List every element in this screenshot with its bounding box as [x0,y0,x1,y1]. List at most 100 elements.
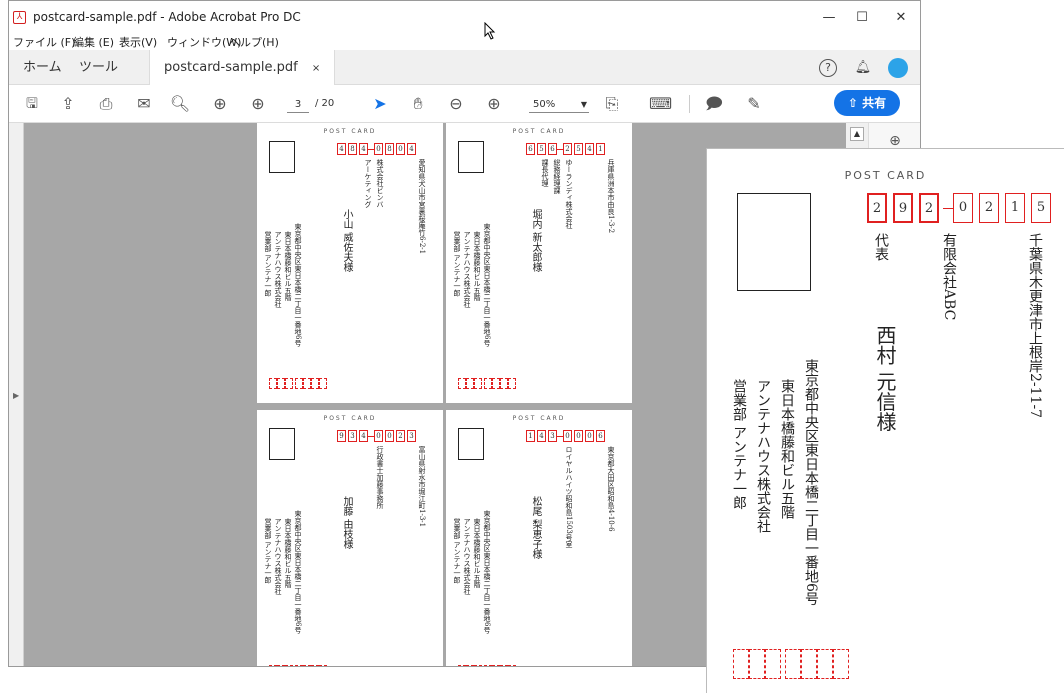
prev-page-icon[interactable]: ⊕ [209,93,231,115]
zoom-select[interactable]: 50% ▼ [529,96,589,113]
zip-dash [368,436,374,437]
postcard-page[interactable]: POST CARD 4 8 4 0 8 0 4 愛知県犬山市宮裏桜庵竹6-2-1 株式会社ビンバア… [257,123,443,403]
recipient-company: ゆーランディ株式会社 [565,159,573,229]
zoom-in-icon[interactable]: ⊕ [483,93,505,115]
menu-file[interactable]: ファイル (F) [13,34,75,50]
sender-line: アンテナハウス株式会社 [755,379,771,533]
close-tab-icon[interactable]: × [312,63,320,74]
cloud-upload-icon[interactable]: ⇪ [57,93,79,115]
sender-zip-box [474,665,482,666]
postcard-page[interactable]: POST CARD 1 4 3 0 0 0 6 東京都大田区昭和島4-10-6 ロイヤルハイツ昭和… [446,410,632,666]
pen-icon[interactable]: ✎ [743,93,765,115]
recipient-name: 堀内 新太郎様 [530,209,541,273]
sender-zip-box [749,649,765,679]
scroll-up-icon[interactable]: ▲ [850,127,864,141]
zip-digit: 2 [867,193,887,223]
postcard-header: POST CARD [323,415,377,422]
recipient-address: 千葉県木更津市上根岸2-11-7 [1027,233,1043,419]
sender-line: 営業部 アンテナ一郎 [264,518,272,584]
arrow-tool-icon[interactable]: ➤ [369,93,391,115]
print-icon[interactable]: ⎙ [95,93,117,115]
menu-bar: ファイル (F) 編集 (E) 表示(V) ウィンドウ(W) ヘルプ(H) [9,33,920,50]
sender-zip-box [295,378,303,389]
mail-icon[interactable]: ✉ [133,93,155,115]
postcard-header: POST CARD [323,128,377,135]
sender-zip-box [466,665,474,666]
postcard-page[interactable]: POST CARD 6 5 6 2 5 4 1 兵庫県洲本市由良1-3-2 ゆーランディ株式会社総… [446,123,632,403]
zip-digit: 6 [596,430,605,442]
zip-digit: 1 [596,143,605,155]
sender-zip-box [785,649,801,679]
maximize-button[interactable]: ☐ [847,7,877,29]
tab-document[interactable]: postcard-sample.pdf × [149,50,336,85]
sender-line: 東日本橋藤和ビル五階 [779,379,795,519]
sender-zip-box [466,378,474,389]
zip-digit: 0 [953,193,973,223]
sender-zip-box [508,665,516,666]
recipient-title: 総務経理課 [553,159,561,194]
zip-digit: 5 [537,143,546,155]
minimize-button[interactable]: — [814,7,844,29]
left-panel-rail[interactable]: ▶ [9,123,24,666]
help-icon[interactable]: ? [819,59,837,77]
sender-zip-box [492,665,500,666]
share-button[interactable]: ⇧ 共有 [834,90,900,116]
zip-digit: 5 [574,143,583,155]
recipient-name: 西村 元信様 [873,325,897,432]
hand-tool-icon[interactable]: ✋︎ [407,93,429,115]
zip-digit: 0 [563,430,572,442]
stamp-box [737,193,811,291]
sender-line: 東日本橋藤和ビル五階 [473,231,481,301]
keyboard-icon[interactable]: ⌨ [649,93,672,115]
sender-zip-box [458,665,466,666]
sender-line: 東京都中央区東日本橋二丁目一番地6号 [294,223,302,347]
tab-tools[interactable]: ツール [79,50,118,85]
sender-line: 営業部 アンテナ一郎 [731,379,747,510]
chevron-right-icon[interactable]: ▶ [13,391,19,400]
recipient-name: 松尾 梨恵子様 [530,496,541,560]
zip-digit: 0 [585,430,594,442]
page-number-input[interactable]: 3 [287,96,309,113]
sender-zip-box [311,378,319,389]
close-button[interactable]: ✕ [886,7,916,29]
page-display-icon[interactable]: ⎘ [601,93,623,115]
zip-digit: 4 [537,430,546,442]
menu-view[interactable]: 表示(V) [119,34,157,50]
page-total: / 20 [315,98,335,109]
recipient-title: 代表 [873,233,889,261]
zip-digit: 0 [374,143,383,155]
sender-line: 東日本橋藤和ビル五階 [284,231,292,301]
bell-icon[interactable]: 🔔︎ [853,58,873,78]
sender-zip-box [733,649,749,679]
zip-digit: 2 [563,143,572,155]
sender-zip-box [484,378,492,389]
menu-help[interactable]: ヘルプ(H) [229,34,279,50]
next-page-icon[interactable]: ⊕ [247,93,269,115]
comment-icon[interactable]: 🗩︎ [703,93,725,115]
sender-zip-box [484,665,492,666]
zip-digit: 3 [348,430,357,442]
sender-zip-box [833,649,849,679]
recipient-address: 兵庫県洲本市由良1-3-2 [607,159,615,234]
zoom-out-icon[interactable]: ⊖ [445,93,467,115]
sender-zip-box [277,665,285,666]
sender-zip-box [474,378,482,389]
tab-bar: ホーム ツール postcard-sample.pdf × ? 🔔︎ [9,50,920,85]
stamp-box [269,141,295,173]
avatar[interactable] [888,58,908,78]
save-icon[interactable]: 🖫︎ [21,93,43,115]
acrobat-pdf-icon: ⅄ [13,11,26,24]
recipient-address: 東京都大田区昭和島4-10-6 [607,446,615,532]
sender-zip-box [277,378,285,389]
recipient-address: 愛知県犬山市宮裏桜庵竹6-2-1 [418,159,426,255]
recipient-company: 有限会社ABC [941,233,957,321]
menu-edit[interactable]: 編集 (E) [73,34,114,50]
tab-home[interactable]: ホーム [23,50,62,85]
postcard-header: POST CARD [844,169,927,182]
zip-digit: 8 [385,143,394,155]
postcard-page[interactable]: POST CARD 9 3 4 0 0 2 3 富山県射水市堀江町1-3-1 行政書士加藤事務所加… [257,410,443,666]
search-icon[interactable]: 🔍︎ [169,93,191,115]
sender-zip-box [269,378,277,389]
zip-digit: 6 [526,143,535,155]
share-label: 共有 [862,96,887,110]
